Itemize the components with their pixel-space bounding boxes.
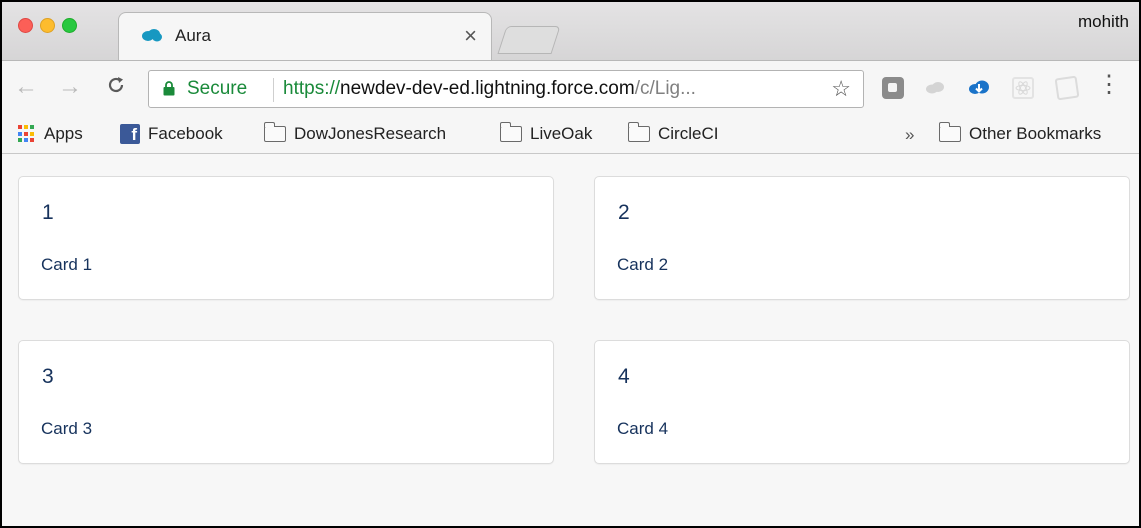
folder-icon: [499, 122, 522, 142]
folder-icon: [627, 122, 650, 142]
tab-aura[interactable]: Aura ×: [118, 12, 492, 60]
bookmarks-overflow-icon[interactable]: »: [905, 125, 914, 145]
title-bar: Aura × mohith: [2, 2, 1139, 60]
url-host: newdev-dev-ed.lightning.force.com: [340, 78, 635, 99]
salesforce-cloud-icon: [142, 29, 162, 42]
bookmark-apps-label: Apps: [44, 124, 83, 143]
apps-grid-icon: [18, 125, 36, 143]
card-body: Card 4: [617, 419, 669, 438]
url-path: /c/Lig...: [634, 78, 696, 99]
close-window-button[interactable]: [18, 18, 33, 33]
url-scheme: https://: [283, 78, 341, 99]
react-devtools-icon[interactable]: [1012, 77, 1034, 99]
bookmark-star-icon[interactable]: ☆: [831, 76, 851, 102]
card-title: 4: [618, 365, 630, 388]
toolbar: ← → Secure https://newdev-dev-ed.lightni…: [2, 60, 1139, 116]
square-extension-icon[interactable]: [882, 77, 904, 99]
cloud-shape-icon: [926, 82, 944, 94]
new-tab-button[interactable]: [497, 26, 561, 54]
bookmark-apps[interactable]: Apps: [18, 124, 83, 144]
bookmark-other-bookmarks[interactable]: Other Bookmarks: [938, 122, 1102, 144]
card-body: Card 3: [41, 419, 93, 438]
menu-kebab-icon[interactable]: ⋮: [1097, 73, 1121, 97]
card-title: 1: [42, 201, 54, 224]
profile-name[interactable]: mohith: [1078, 12, 1129, 32]
cloud-download-shape-icon: [969, 80, 989, 94]
folder-icon: [938, 122, 961, 142]
notes-extension-icon[interactable]: [1054, 75, 1080, 101]
minimize-window-button[interactable]: [40, 18, 55, 33]
bookmark-liveoak[interactable]: LiveOak: [499, 122, 593, 144]
page-content: 1 Card 1 2 Card 2 3 Card 3 4 Card 4: [2, 155, 1139, 526]
tab-title: Aura: [175, 26, 211, 45]
forward-arrow-icon[interactable]: →: [58, 73, 82, 101]
address-bar[interactable]: Secure https://newdev-dev-ed.lightning.f…: [148, 70, 864, 108]
cloud-extension-icon[interactable]: [924, 77, 946, 99]
card: 2 Card 2: [594, 176, 1130, 300]
folder-icon: [263, 122, 286, 142]
url-text[interactable]: https://newdev-dev-ed.lightning.force.co…: [283, 78, 696, 100]
bookmarks-bar: Apps f Facebook DowJonesResearch LiveOak…: [2, 116, 1139, 154]
browser-window: Aura × mohith ← → Secure https://newdev-…: [0, 0, 1141, 528]
cloud-download-icon[interactable]: [968, 77, 990, 99]
card-body: Card 2: [617, 255, 669, 274]
omnibox-divider: [273, 78, 274, 102]
card-title: 2: [618, 201, 630, 224]
reload-icon[interactable]: [106, 74, 126, 101]
tab-close-icon[interactable]: ×: [464, 23, 477, 49]
bookmark-facebook[interactable]: f Facebook: [120, 124, 223, 144]
bookmark-facebook-label: Facebook: [148, 124, 223, 143]
card: 3 Card 3: [18, 340, 554, 464]
card-title: 3: [42, 365, 54, 388]
bookmark-liveoak-label: LiveOak: [530, 124, 593, 143]
bookmark-dowjonesresearch-label: DowJonesResearch: [294, 124, 447, 143]
bookmark-other-bookmarks-label: Other Bookmarks: [969, 124, 1102, 143]
card: 4 Card 4: [594, 340, 1130, 464]
atom-icon: [1015, 81, 1031, 95]
card: 1 Card 1: [18, 176, 554, 300]
bookmark-circleci-label: CircleCI: [658, 124, 719, 143]
reload-arrow-icon: [108, 77, 124, 93]
zoom-window-button[interactable]: [62, 18, 77, 33]
back-arrow-icon[interactable]: ←: [14, 73, 38, 101]
facebook-icon: f: [120, 124, 140, 144]
bookmark-dowjonesresearch[interactable]: DowJonesResearch: [263, 122, 447, 144]
lock-icon: [163, 81, 175, 96]
secure-label: Secure: [187, 78, 248, 99]
card-body: Card 1: [41, 255, 93, 274]
bookmark-circleci[interactable]: CircleCI: [627, 122, 719, 144]
